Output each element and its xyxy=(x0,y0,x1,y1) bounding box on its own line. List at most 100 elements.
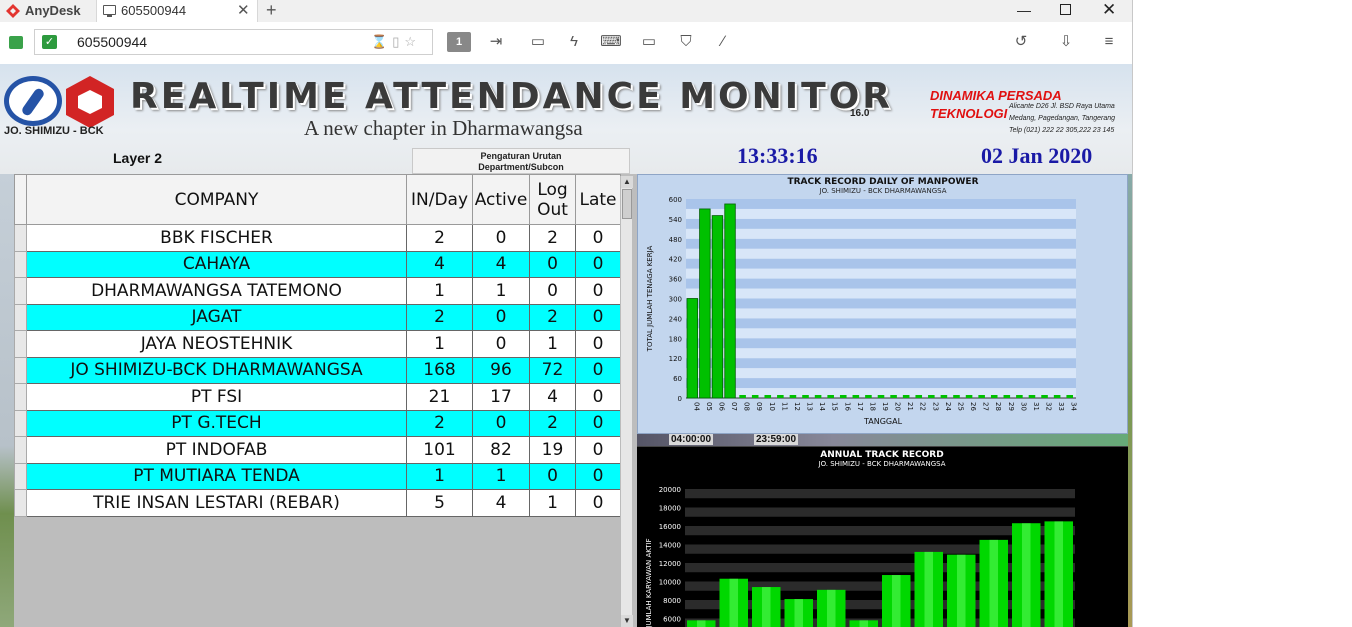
display-select-button[interactable]: 1 xyxy=(447,32,471,52)
table-row[interactable]: PT FSI 21 17 4 0 xyxy=(14,383,621,411)
anydesk-logo-icon xyxy=(6,4,20,18)
row-selector[interactable] xyxy=(14,303,27,331)
column-header-in-day[interactable]: IN/Day xyxy=(406,174,473,225)
close-window-button[interactable]: ✕ xyxy=(1102,0,1116,20)
x-tick-label: 14 xyxy=(818,402,826,411)
table-row[interactable]: BBK FISCHER 2 0 2 0 xyxy=(14,224,621,252)
daily-manpower-chart-svg: TRACK RECORD DAILY OF MANPOWERJO. SHIMIZ… xyxy=(646,177,1078,426)
remote-screen[interactable]: JO. SHIMIZU - BCK REALTIME ATTENDANCE MO… xyxy=(0,64,1132,627)
tab-remote-session[interactable]: 605500944 ✕ xyxy=(96,0,258,22)
scroll-thumb[interactable] xyxy=(622,189,632,219)
download-icon[interactable]: ⇩ xyxy=(1055,32,1077,52)
new-tab-button[interactable]: + xyxy=(266,0,277,21)
tab-close-icon[interactable]: ✕ xyxy=(237,1,250,19)
switch-sides-icon[interactable]: ⇥ xyxy=(485,32,507,52)
scroll-up-arrow-icon[interactable]: ▲ xyxy=(621,176,633,188)
row-selector[interactable] xyxy=(14,356,27,384)
cell-company: JAGAT xyxy=(26,303,407,331)
bar xyxy=(852,395,860,398)
row-selector-header[interactable] xyxy=(14,174,27,225)
y-tick-label: 300 xyxy=(669,296,682,304)
permissions-shield-icon[interactable]: ⛉ xyxy=(675,32,697,52)
y-tick-label: 0 xyxy=(678,395,682,403)
table-row[interactable]: PT INDOFAB 101 82 19 0 xyxy=(14,436,621,464)
hourglass-icon[interactable]: ⌛ xyxy=(371,34,392,49)
grid-band xyxy=(686,208,1076,219)
actions-lightning-icon[interactable]: ϟ xyxy=(563,32,585,52)
sort-order-button[interactable]: Pengaturan Urutan Department/Subcon xyxy=(412,148,630,174)
y-tick-label: 6000 xyxy=(663,616,681,624)
row-selector[interactable] xyxy=(14,436,27,464)
keyboard-icon[interactable]: ⌨ xyxy=(600,32,622,52)
bar xyxy=(915,395,923,398)
star-icon[interactable]: ☆ xyxy=(404,34,421,49)
history-icon[interactable]: ↺ xyxy=(1010,32,1032,52)
x-tick-label: 09 xyxy=(755,402,763,411)
bar xyxy=(865,395,872,398)
table-row[interactable]: PT G.TECH 2 0 2 0 xyxy=(14,409,621,437)
cell-log-out: 1 xyxy=(529,330,576,358)
cell-company: CAHAYA xyxy=(26,250,407,278)
connection-status-icon[interactable] xyxy=(9,36,23,49)
scroll-down-arrow-icon[interactable]: ▼ xyxy=(621,615,633,627)
chat-icon[interactable]: ▭ xyxy=(527,32,549,52)
cell-active: 0 xyxy=(472,224,530,252)
bar xyxy=(711,215,724,399)
cell-log-out: 1 xyxy=(529,489,576,517)
minimize-button[interactable]: — xyxy=(1017,2,1031,18)
table-row[interactable]: JAGAT 2 0 2 0 xyxy=(14,303,621,331)
maximize-button[interactable] xyxy=(1060,4,1071,15)
table-row[interactable]: PT MUTIARA TENDA 1 1 0 0 xyxy=(14,462,621,490)
cell-company: PT INDOFAB xyxy=(26,436,407,464)
bar xyxy=(1066,395,1073,398)
bar xyxy=(724,203,736,399)
display-settings-icon[interactable]: ▭ xyxy=(638,32,660,52)
row-selector[interactable] xyxy=(14,330,27,358)
cell-in-day: 101 xyxy=(406,436,473,464)
row-selector[interactable] xyxy=(14,277,27,305)
cell-company: BBK FISCHER xyxy=(26,224,407,252)
table-row[interactable]: JO SHIMIZU-BCK DHARMAWANGSA 168 96 72 0 xyxy=(14,356,621,384)
column-header-log-out[interactable]: Log Out xyxy=(529,174,576,225)
cell-in-day: 5 xyxy=(406,489,473,517)
main-menu-icon[interactable]: ≡ xyxy=(1098,32,1120,52)
table-row[interactable]: JAYA NEOSTEHNIK 1 0 1 0 xyxy=(14,330,621,358)
bar xyxy=(802,395,809,398)
attendance-table[interactable]: COMPANY IN/Day Active Log Out Late BBK FI… xyxy=(14,174,621,517)
row-selector[interactable] xyxy=(14,224,27,252)
bar xyxy=(1028,395,1036,398)
whiteboard-pen-icon[interactable]: ∕ xyxy=(712,32,734,52)
row-selector[interactable] xyxy=(14,489,27,517)
row-selector[interactable] xyxy=(14,250,27,278)
file-icon[interactable]: ▯ xyxy=(392,34,404,49)
time-range-end: 23:59:00 xyxy=(754,434,799,445)
x-tick-label: 06 xyxy=(717,402,725,411)
table-row[interactable]: TRIE INSAN LESTARI (REBAR) 5 4 1 0 xyxy=(14,489,621,517)
address-bar[interactable]: ✓ 605500944 ⌛▯☆ xyxy=(34,29,433,55)
column-header-active[interactable]: Active xyxy=(472,174,530,225)
time-range-row: 04:00:00 23:59:00 xyxy=(637,434,1128,446)
bar xyxy=(1003,395,1011,398)
x-tick-label: 30 xyxy=(1019,402,1027,411)
row-selector[interactable] xyxy=(14,383,27,411)
table-row[interactable]: DHARMAWANGSA TATEMONO 1 1 0 0 xyxy=(14,277,621,305)
column-header-company[interactable]: COMPANY xyxy=(26,174,407,225)
address-value[interactable]: 605500944 xyxy=(77,34,147,50)
row-selector[interactable] xyxy=(14,462,27,490)
grid-band xyxy=(685,507,1075,517)
cell-log-out: 0 xyxy=(529,277,576,305)
y-tick-label: 10000 xyxy=(659,579,681,587)
row-selector[interactable] xyxy=(14,409,27,437)
bar xyxy=(940,395,948,398)
bar xyxy=(890,395,897,398)
bar xyxy=(978,395,985,398)
table-row[interactable]: CAHAYA 4 4 0 0 xyxy=(14,250,621,278)
cell-in-day: 168 xyxy=(406,356,473,384)
cell-active: 0 xyxy=(472,303,530,331)
title-bar: AnyDesk 605500944 ✕ + — ✕ xyxy=(0,0,1132,22)
table-scrollbar[interactable]: ▲ ▼ xyxy=(620,176,633,627)
column-header-late[interactable]: Late xyxy=(575,174,621,225)
cell-company: JO SHIMIZU-BCK DHARMAWANGSA xyxy=(26,356,407,384)
x-tick-label: 27 xyxy=(982,402,990,411)
grid-band xyxy=(686,288,1076,299)
